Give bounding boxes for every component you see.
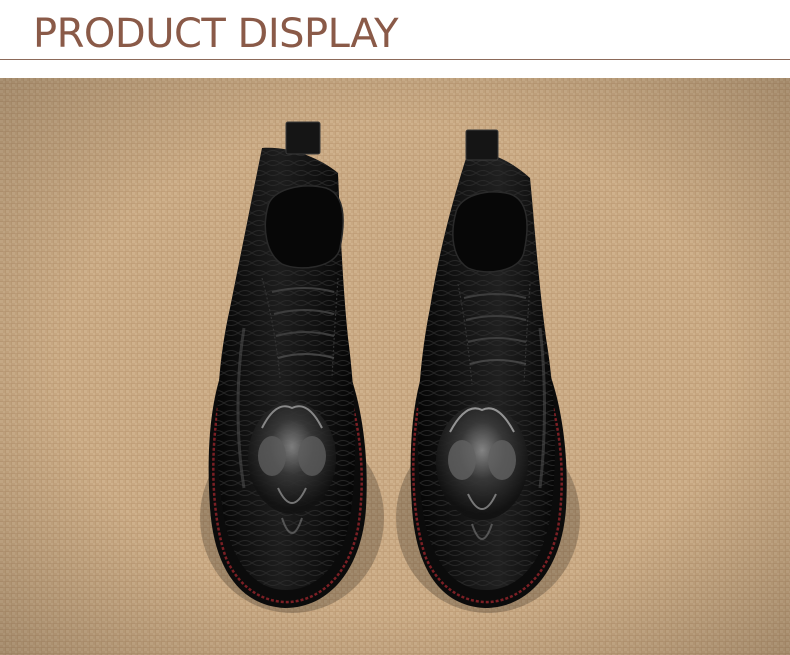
product-photo <box>0 78 790 655</box>
product-image <box>0 78 790 655</box>
section-title: PRODUCT DISPLAY <box>33 11 399 57</box>
section-header: PRODUCT DISPLAY <box>0 0 790 78</box>
header-divider <box>0 59 790 60</box>
